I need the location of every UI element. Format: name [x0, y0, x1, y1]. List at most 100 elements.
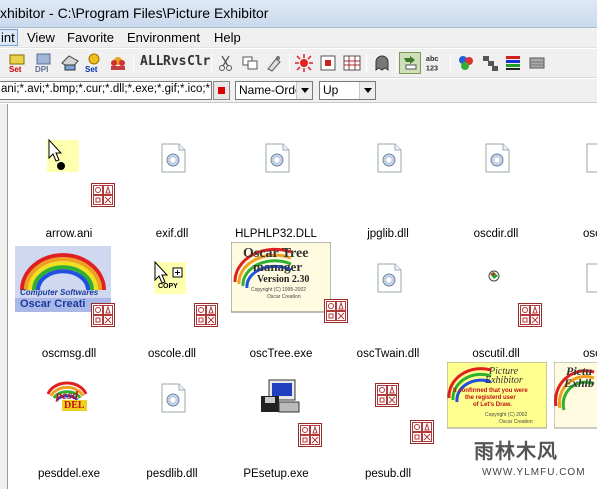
scanner-icon[interactable] [60, 53, 80, 73]
sun-icon[interactable] [294, 53, 314, 73]
file-item[interactable]: PEsetup.exe [221, 366, 331, 486]
ghost-icon[interactable] [372, 53, 392, 73]
title-bar: xhibitor - C:\Program Files\Picture Exhi… [0, 0, 597, 28]
toolbar-separator [396, 54, 397, 72]
dpi-icon[interactable]: DPI [34, 53, 54, 73]
file-name: PEsetup.exe [243, 468, 309, 480]
file-type-badge [91, 303, 115, 327]
toolbar-separator [211, 54, 212, 72]
file-name: oscTree.exe [249, 348, 313, 360]
watermark-brand: 雨林木风 [474, 441, 558, 463]
dll-icon [549, 246, 597, 344]
file-item[interactable]: exif.dll [117, 126, 227, 246]
dll-icon [333, 126, 443, 224]
file-thumbnail [117, 246, 227, 344]
palette-icon[interactable] [456, 53, 476, 73]
file-name: osc [583, 228, 597, 240]
dll-icon [441, 126, 551, 224]
file-item[interactable]: osc [549, 126, 597, 246]
svg-text:Set: Set [9, 65, 22, 73]
paste-icon[interactable] [264, 53, 284, 73]
file-name: oscmsg.dll [41, 348, 97, 360]
sort-direction-select[interactable]: Up [319, 81, 376, 100]
thumb-caption: Exhib [564, 376, 595, 390]
thumb-caption: Version 2.30 [257, 274, 310, 285]
flower-icon[interactable] [108, 53, 128, 73]
file-name: pesub.dll [364, 468, 412, 480]
dll-icon [549, 126, 597, 224]
file-item[interactable]: pesdlib.dll [117, 366, 227, 486]
select-all-button[interactable]: ALL [140, 54, 163, 69]
file-item[interactable]: oscTwain.dll [333, 246, 443, 366]
file-name: exif.dll [155, 228, 189, 240]
dll-icon [117, 126, 227, 224]
chevron-down-icon [296, 82, 312, 99]
grid-icon[interactable] [342, 53, 362, 73]
left-pane-splitter[interactable] [0, 104, 8, 489]
svg-text:abc: abc [426, 54, 439, 63]
filter-bar: ani;*.avi;*.bmp;*.cur;*.dll;*.exe;*.gif;… [0, 79, 597, 103]
globe-icon [441, 246, 551, 344]
file-item[interactable]: oscutil.dll [441, 246, 551, 366]
file-name: oscTwain.dll [356, 348, 420, 360]
filter-apply-button[interactable] [213, 81, 230, 100]
menu-favorite[interactable]: Favorite [67, 30, 114, 45]
copy-icon[interactable] [240, 53, 260, 73]
thumb-caption: Oscar Creation [267, 294, 301, 300]
file-item[interactable]: HLPHLP32.DLL [221, 126, 331, 246]
thumb-caption: Exhibitor [485, 375, 523, 386]
file-item[interactable]: arrow.ani [14, 126, 124, 246]
file-name: oscole.dll [148, 348, 196, 360]
svg-text:DPI: DPI [35, 65, 48, 73]
file-type-badge [410, 420, 434, 444]
tiles-icon[interactable] [480, 53, 500, 73]
color-bars-icon[interactable] [503, 53, 523, 73]
menu-environment[interactable]: Environment [127, 30, 200, 45]
sort-alpha-icon[interactable]: abc 123 [425, 53, 447, 73]
file-name: pesdlib.dll [146, 468, 198, 480]
file-name: jpglib.dll [367, 228, 409, 240]
svg-text:Set: Set [85, 65, 98, 73]
thumb-caption: Oscar Creation [499, 419, 533, 425]
file-filter-input[interactable]: ani;*.avi;*.bmp;*.cur;*.dll;*.exe;*.gif;… [0, 81, 212, 100]
menu-help[interactable]: Help [214, 30, 241, 45]
file-item[interactable]: Oscar Tree manager Version 2.30 Copyrigh… [230, 241, 348, 362]
reverse-button[interactable]: Rvs [163, 54, 186, 69]
monitor-icon[interactable] [527, 53, 547, 73]
file-name: osc [583, 348, 597, 360]
menu-print[interactable]: int [0, 29, 18, 46]
set-display-icon[interactable]: Set [84, 53, 104, 73]
watermark-logo: 雨林木风 WWW.YLMFU.COM [470, 431, 597, 489]
refresh-icon[interactable] [399, 52, 421, 74]
cut-icon[interactable] [216, 53, 236, 73]
toolbar-separator [289, 54, 290, 72]
toolbar-separator [366, 54, 367, 72]
window-title: xhibitor - C:\Program Files\Picture Exhi… [0, 5, 269, 21]
file-item[interactable]: COPY oscole.dll [117, 246, 227, 366]
thumb-caption: COPY [158, 283, 178, 290]
dll-icon [333, 246, 443, 344]
file-item[interactable]: osc [549, 246, 597, 366]
file-item[interactable]: pesd DEL pesddel.exe [14, 366, 124, 486]
sort-direction-value: Up [323, 83, 339, 97]
thumb-caption: It confirmed that you were [453, 388, 528, 394]
thumb-caption: manager [253, 259, 303, 274]
file-type-badge [298, 423, 322, 447]
file-name: oscdir.dll [473, 228, 519, 240]
file-item[interactable]: Computer Softwares Oscar Creati oscmsg.d… [14, 246, 124, 366]
clear-button[interactable]: Clr [187, 54, 210, 69]
toolbar-separator [133, 54, 134, 72]
set-icon[interactable]: Set [8, 53, 28, 73]
menu-bar: int View Favorite Environment Help [0, 28, 597, 48]
sort-field-select[interactable]: Name-Order [235, 81, 313, 100]
file-type-badge [194, 303, 218, 327]
svg-text:123: 123 [426, 63, 438, 72]
menu-view[interactable]: View [27, 30, 55, 45]
file-name: arrow.ani [45, 228, 93, 240]
file-item[interactable]: jpglib.dll [333, 126, 443, 246]
thumb-caption: Computer Softwares [20, 288, 99, 297]
thumb-caption: Copyright (C) 2002 [485, 412, 528, 418]
frame-icon[interactable] [318, 53, 338, 73]
file-item[interactable]: oscdir.dll [441, 126, 551, 246]
file-item[interactable]: pesub.dll [333, 366, 443, 486]
